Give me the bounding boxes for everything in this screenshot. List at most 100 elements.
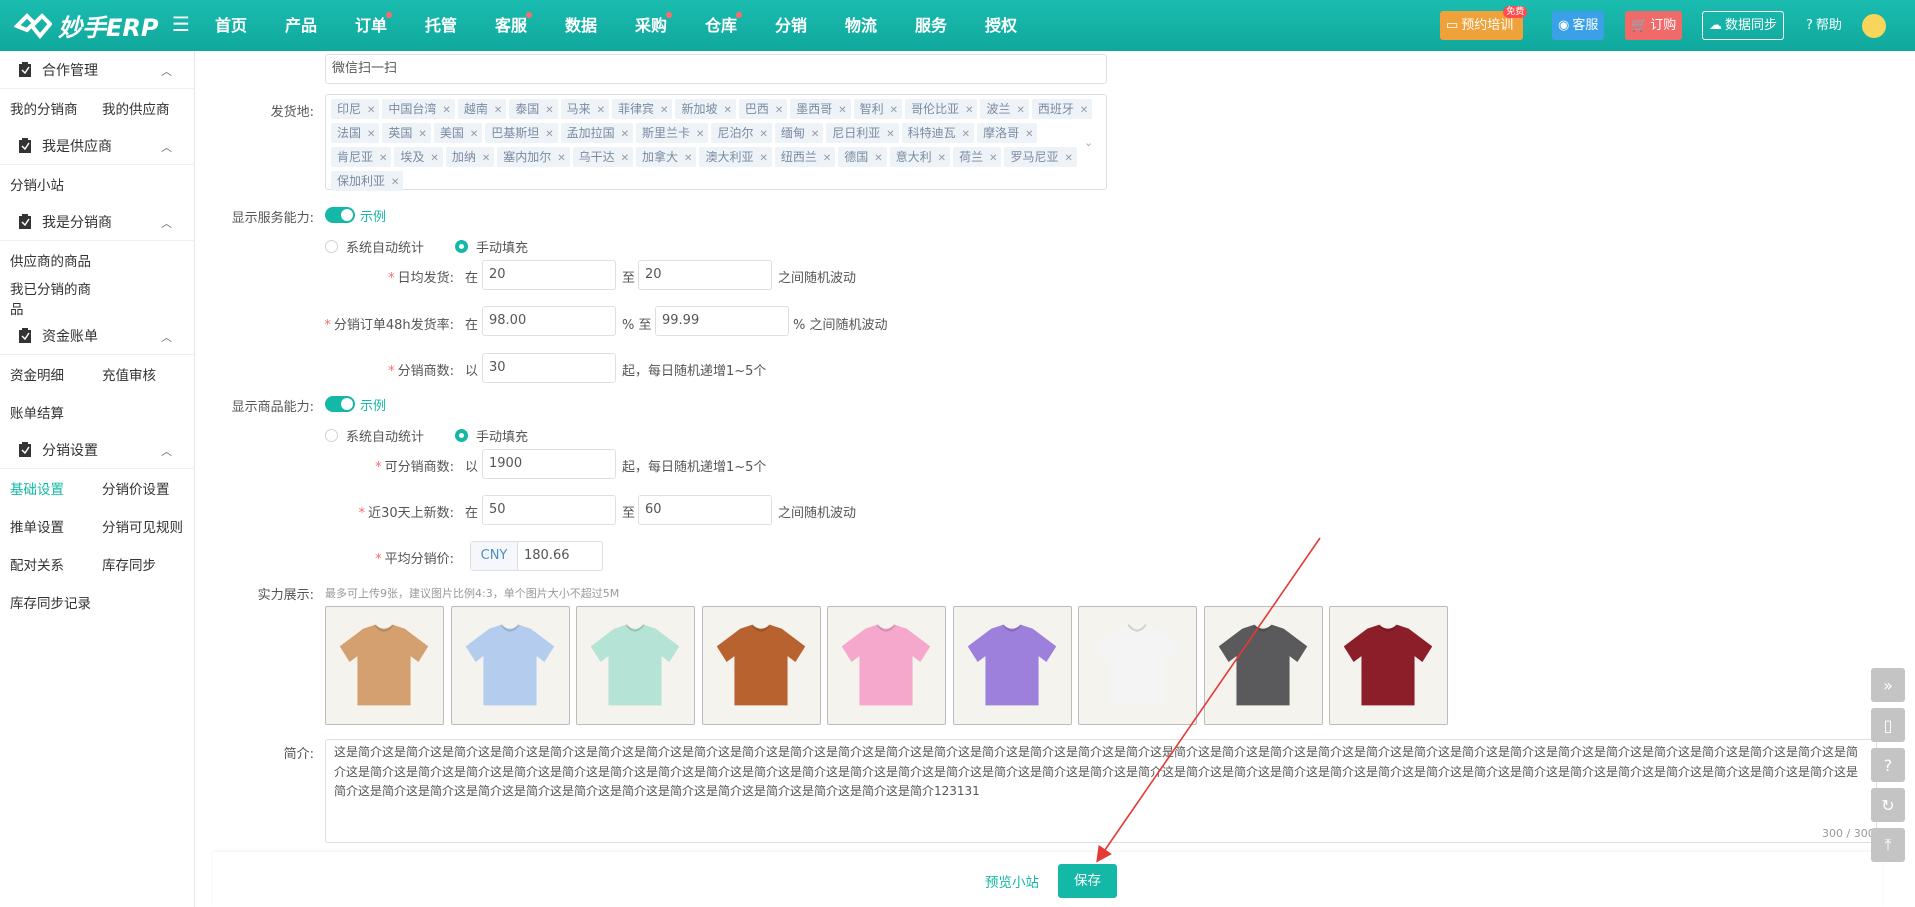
nav-item-6[interactable]: 采购 <box>616 0 686 51</box>
close-icon[interactable]: ✕ <box>1080 105 1088 116</box>
sidebar-group-4[interactable]: 分销设置 ︿ <box>0 431 194 469</box>
help-link[interactable]: ? 帮助 <box>1800 11 1848 40</box>
product-ability-switch[interactable] <box>325 396 355 412</box>
sidebar-item[interactable]: 库存同步 <box>102 554 194 574</box>
sidebar-item[interactable]: 充值审核 <box>102 364 194 384</box>
close-icon[interactable]: ✕ <box>379 153 387 164</box>
close-icon[interactable]: ✕ <box>418 129 426 140</box>
sidebar-item[interactable]: 资金明细 <box>10 364 102 384</box>
back-to-top-icon[interactable]: ⤒ <box>1871 828 1905 862</box>
nav-item-10[interactable]: 服务 <box>896 0 966 51</box>
sidebar-item[interactable]: 基础设置 <box>10 478 102 498</box>
close-icon[interactable]: ✕ <box>442 105 450 116</box>
wechat-field[interactable]: 微信扫一扫 <box>325 54 1107 84</box>
sidebar-item[interactable]: 分销可见规则 <box>102 516 194 536</box>
close-icon[interactable]: ✕ <box>811 129 819 140</box>
service-example-link[interactable]: 示例 <box>360 206 386 225</box>
close-icon[interactable]: ✕ <box>775 105 783 116</box>
chevron-down-icon[interactable]: ⌄ <box>1084 136 1093 149</box>
nav-item-1[interactable]: 产品 <box>266 0 336 51</box>
close-icon[interactable]: ✕ <box>367 129 375 140</box>
close-icon[interactable]: ✕ <box>660 105 668 116</box>
close-icon[interactable]: ✕ <box>482 153 490 164</box>
tshirt-image[interactable] <box>1329 606 1448 725</box>
close-icon[interactable]: ✕ <box>470 129 478 140</box>
sidebar-item[interactable]: 分销价设置 <box>102 478 194 498</box>
mobile-icon[interactable]: ▯ <box>1871 708 1905 742</box>
save-button[interactable]: 保存 <box>1058 864 1117 898</box>
product-auto-radio[interactable]: 系统自动统计 <box>325 426 424 445</box>
nav-item-8[interactable]: 分销 <box>756 0 826 51</box>
close-icon[interactable]: ✕ <box>1016 105 1024 116</box>
service-ability-switch[interactable] <box>325 207 355 223</box>
sidebar-item[interactable]: 分销小站 <box>10 174 102 194</box>
sidebar-group-1[interactable]: 我是供应商 ︿ <box>0 127 194 165</box>
sidebar-group-3[interactable]: 资金账单 ︿ <box>0 317 194 355</box>
close-icon[interactable]: ✕ <box>494 105 502 116</box>
chevron-up-icon[interactable]: ︿ <box>161 215 172 231</box>
close-icon[interactable]: ✕ <box>545 105 553 116</box>
product-manual-radio[interactable]: 手动填充 <box>455 426 528 445</box>
sidebar-item[interactable]: 我已分销的商品 <box>10 278 102 318</box>
dist-products-input[interactable]: 1900 <box>482 449 616 479</box>
tshirt-image[interactable] <box>576 606 695 725</box>
tshirt-image[interactable] <box>952 606 1072 725</box>
sidebar-item[interactable]: 供应商的商品 <box>10 250 102 270</box>
nav-item-0[interactable]: 首页 <box>196 0 266 51</box>
avatar[interactable] <box>1862 14 1886 38</box>
close-icon[interactable]: ✕ <box>391 177 399 188</box>
sidebar-item[interactable]: 我的分销商 <box>10 98 102 118</box>
sidebar-item[interactable]: 我的供应商 <box>102 98 194 118</box>
close-icon[interactable]: ✕ <box>759 129 767 140</box>
close-icon[interactable]: ✕ <box>965 105 973 116</box>
nav-item-5[interactable]: 数据 <box>546 0 616 51</box>
collapse-icon[interactable]: » <box>1871 668 1905 702</box>
chevron-up-icon[interactable]: ︿ <box>161 329 172 345</box>
new-products-min-input[interactable]: 50 <box>482 495 616 525</box>
intro-textarea[interactable]: 这是简介这是简介这是简介这是简介这是简介这是简介这是简介这是简介这是简介这是简介… <box>325 739 1877 843</box>
close-icon[interactable]: ✕ <box>430 153 438 164</box>
ship-rate-max-input[interactable]: 99.99 <box>655 306 789 336</box>
close-icon[interactable]: ✕ <box>696 129 704 140</box>
close-icon[interactable]: ✕ <box>938 153 946 164</box>
tshirt-image[interactable] <box>827 606 946 725</box>
ship-from-select[interactable]: 印尼 ✕ 中国台湾 ✕ 越南 ✕ 泰国 ✕ 马来 ✕ 菲律宾 ✕ 新加坡 ✕ 巴西 ✕ 墨西哥 ✕ 智利 ✕ 哥伦比亚 ✕… <box>325 94 1107 191</box>
close-icon[interactable]: ✕ <box>759 153 767 164</box>
sidebar-group-2[interactable]: 我是分销商 ︿ <box>0 203 194 241</box>
training-button[interactable]: ▭ 预约培训 免费 <box>1440 6 1528 40</box>
tshirt-image[interactable] <box>701 606 821 725</box>
nav-item-7[interactable]: 仓库 <box>686 0 756 51</box>
sidebar-item[interactable]: 库存同步记录 <box>10 592 102 612</box>
close-icon[interactable]: ✕ <box>886 129 894 140</box>
order-button[interactable]: 🛒 订购 <box>1625 11 1683 40</box>
chevron-up-icon[interactable]: ︿ <box>161 443 172 459</box>
close-icon[interactable]: ✕ <box>1064 153 1072 164</box>
product-example-link[interactable]: 示例 <box>360 395 386 414</box>
close-icon[interactable]: ✕ <box>989 153 997 164</box>
refresh-icon[interactable]: ↻ <box>1871 788 1905 822</box>
distributor-count-input[interactable]: 30 <box>482 353 616 383</box>
chevron-up-icon[interactable]: ︿ <box>161 139 172 155</box>
sidebar-item[interactable]: 账单结算 <box>10 402 102 422</box>
daily-ship-min-input[interactable]: 20 <box>482 260 616 290</box>
ship-rate-min-input[interactable]: 98.00 <box>482 306 616 336</box>
close-icon[interactable]: ✕ <box>545 129 553 140</box>
tshirt-image[interactable] <box>1203 606 1323 725</box>
tshirt-image[interactable] <box>1078 606 1197 725</box>
tshirt-image[interactable] <box>450 606 570 725</box>
nav-item-4[interactable]: 客服 <box>476 0 546 51</box>
close-icon[interactable]: ✕ <box>874 153 882 164</box>
close-icon[interactable]: ✕ <box>838 105 846 116</box>
menu-toggle-icon[interactable]: ☰ <box>172 14 190 34</box>
nav-item-3[interactable]: 托管 <box>406 0 476 51</box>
daily-ship-max-input[interactable]: 20 <box>638 260 772 290</box>
nav-item-9[interactable]: 物流 <box>826 0 896 51</box>
service-button[interactable]: ◉ 客服 <box>1552 11 1605 40</box>
avg-price-input-group[interactable]: CNY 180.66 <box>470 541 603 571</box>
close-icon[interactable]: ✕ <box>621 129 629 140</box>
close-icon[interactable]: ✕ <box>684 153 692 164</box>
chevron-up-icon[interactable]: ︿ <box>161 63 172 79</box>
logo[interactable]: 妙手ERP <box>14 8 158 43</box>
preview-site-link[interactable]: 预览小站 <box>985 871 1039 891</box>
close-icon[interactable]: ✕ <box>723 105 731 116</box>
